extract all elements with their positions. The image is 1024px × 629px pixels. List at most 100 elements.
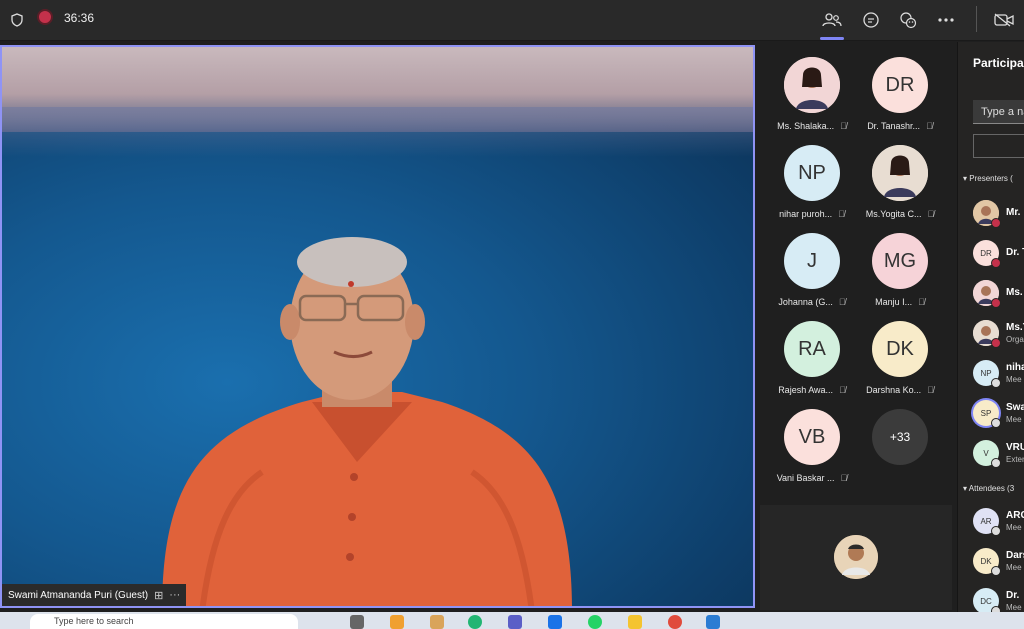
self-avatar bbox=[834, 535, 878, 579]
participant-name: Ms.Yogita C... bbox=[865, 209, 922, 219]
participant-tile[interactable]: RA Rajesh Awa... 🎙̸ bbox=[768, 321, 856, 395]
participant-row[interactable]: NPnihaMee bbox=[973, 360, 1024, 388]
presence-status-icon bbox=[991, 526, 1001, 536]
participant-role: Mee bbox=[1006, 603, 1022, 612]
participant-row[interactable]: DKDarsMee bbox=[973, 548, 1024, 576]
presenters-label: Presenters ( bbox=[969, 174, 1013, 183]
presence-status-icon bbox=[991, 566, 1001, 576]
participant-row[interactable]: Mr. bbox=[973, 200, 1024, 228]
participant-name: Johanna (G... bbox=[778, 297, 833, 307]
camera-icon[interactable] bbox=[992, 8, 1016, 32]
participant-name: Rajesh Awa... bbox=[778, 385, 834, 395]
panel-title: Participa bbox=[973, 56, 1024, 70]
mic-muted-icon: 🎙̸ bbox=[838, 209, 845, 219]
speaker-video bbox=[162, 237, 572, 606]
participant-tile-label: Darshna Ko... 🎙̸ bbox=[856, 385, 944, 395]
mic-muted-icon: 🎙̸ bbox=[839, 385, 846, 395]
reactions-icon[interactable] bbox=[896, 8, 920, 32]
participant-tile-label: Johanna (G... 🎙̸ bbox=[768, 297, 856, 307]
main-video-stage[interactable]: Swami Atmananda Puri (Guest) ⊞ ··· bbox=[0, 45, 755, 608]
attendees-header[interactable]: ▾ Attendees (3 bbox=[963, 484, 1014, 493]
participant-initials: DK bbox=[872, 321, 928, 377]
participant-role: Mee bbox=[1006, 523, 1022, 532]
meeting-timer: 36:36 bbox=[64, 11, 95, 25]
mic-muted-icon: 🎙̸ bbox=[840, 121, 847, 131]
people-icon[interactable] bbox=[820, 8, 844, 32]
participant-tile-label: Rajesh Awa... 🎙̸ bbox=[768, 385, 856, 395]
participant-tile[interactable]: Ms. Shalaka... 🎙̸ bbox=[768, 57, 856, 131]
participant-row[interactable]: DC Dr. Mee bbox=[973, 588, 1024, 612]
participant-role: Mee bbox=[1006, 415, 1022, 424]
participant-tile-label: Manju I... 🎙̸ bbox=[856, 297, 944, 307]
participant-photo bbox=[784, 57, 840, 113]
participant-search-input[interactable]: Type a na bbox=[973, 100, 1024, 124]
meeting-toolbar: 36:36 bbox=[0, 0, 1024, 41]
task-view-icon[interactable] bbox=[350, 615, 364, 629]
participant-photo bbox=[872, 145, 928, 201]
participant-gallery: Ms. Shalaka... 🎙̸ DR Dr. Tanashr... 🎙̸ NP niha… bbox=[760, 45, 952, 610]
participant-initials: RA bbox=[784, 321, 840, 377]
mic-muted-icon: 🎙̸ bbox=[927, 209, 935, 219]
presence-status-icon bbox=[991, 258, 1001, 268]
presence-status-icon bbox=[991, 218, 1001, 228]
attendees-label: Attendees (3 bbox=[968, 484, 1015, 493]
participant-row[interactable]: VVRUExter bbox=[973, 440, 1024, 468]
participant-initials: J bbox=[784, 233, 840, 289]
participant-tile[interactable]: DK Darshna Ko... 🎙̸ bbox=[856, 321, 944, 395]
participant-role: Mee bbox=[1006, 375, 1022, 384]
app-icon[interactable] bbox=[706, 615, 720, 629]
app-icon[interactable] bbox=[430, 615, 444, 629]
pin-icon[interactable]: ⊞ bbox=[154, 589, 163, 602]
chat-icon[interactable] bbox=[859, 8, 883, 32]
participant-name: nihar puroh... bbox=[779, 209, 833, 219]
participant-tile[interactable]: J Johanna (G... 🎙̸ bbox=[768, 233, 856, 307]
participant-tile[interactable]: Ms.Yogita C... 🎙̸ bbox=[856, 145, 944, 219]
presence-status-icon bbox=[991, 378, 1001, 388]
presence-status-icon bbox=[991, 418, 1001, 428]
participant-name: Dars bbox=[1006, 550, 1024, 561]
taskbar-search-input[interactable]: Type here to search bbox=[30, 614, 298, 629]
participant-row[interactable]: Ms. bbox=[973, 280, 1024, 308]
folder-icon[interactable] bbox=[628, 615, 642, 629]
participant-initials: VB bbox=[784, 409, 840, 465]
participant-name: Ms. bbox=[1006, 287, 1023, 298]
app-icon[interactable] bbox=[548, 615, 562, 629]
self-view[interactable] bbox=[760, 505, 952, 610]
tile-more-button[interactable]: ··· bbox=[169, 589, 180, 601]
participant-row[interactable]: DRDr. T bbox=[973, 240, 1024, 268]
participant-name: niha bbox=[1006, 362, 1024, 373]
app-icon[interactable] bbox=[390, 615, 404, 629]
mic-muted-icon: 🎙̸ bbox=[926, 121, 933, 131]
participant-name: Swa bbox=[1006, 402, 1024, 413]
participant-row[interactable]: Ms.Y Orga bbox=[973, 320, 1024, 348]
participant-tile[interactable]: MG Manju I... 🎙̸ bbox=[856, 233, 944, 307]
more-participants-tile[interactable]: +33 bbox=[856, 409, 944, 465]
participants-panel: Participa Type a na ▾ Presenters ( Mr. DR… bbox=[957, 42, 1024, 612]
participant-row[interactable]: SPSwaMee bbox=[973, 400, 1024, 428]
speaker-name-bar: Swami Atmananda Puri (Guest) ⊞ ··· bbox=[2, 584, 187, 606]
participant-role: Exter bbox=[1006, 455, 1024, 464]
app-icon[interactable] bbox=[588, 615, 602, 629]
toolbar-divider bbox=[976, 6, 977, 32]
teams-icon[interactable] bbox=[508, 615, 522, 629]
presence-status-icon bbox=[991, 458, 1001, 468]
participant-tile[interactable]: VB Vani Baskar ... 🎙̸ bbox=[768, 409, 856, 483]
participant-initials: MG bbox=[872, 233, 928, 289]
mic-muted-icon: 🎙̸ bbox=[838, 297, 846, 307]
participant-name: Darshna Ko... bbox=[866, 385, 922, 395]
more-participants-count: +33 bbox=[872, 409, 928, 465]
mic-muted-icon: 🎙̸ bbox=[918, 297, 925, 307]
participant-tile[interactable]: DR Dr. Tanashr... 🎙̸ bbox=[856, 57, 944, 131]
presenters-header[interactable]: ▾ Presenters ( bbox=[963, 174, 1013, 183]
participant-tile[interactable]: NP nihar puroh... 🎙̸ bbox=[768, 145, 856, 219]
active-tab-indicator bbox=[820, 37, 844, 40]
app-icon[interactable] bbox=[668, 615, 682, 629]
more-icon[interactable] bbox=[934, 8, 958, 32]
mic-muted-icon: 🎙̸ bbox=[840, 473, 848, 483]
participant-role: Mee bbox=[1006, 563, 1022, 572]
app-icon[interactable] bbox=[468, 615, 482, 629]
participant-name: Dr. bbox=[1006, 590, 1020, 601]
participant-row[interactable]: ARARCMee bbox=[973, 508, 1024, 536]
share-invite-button[interactable] bbox=[973, 134, 1024, 158]
presence-status-icon bbox=[991, 338, 1001, 348]
